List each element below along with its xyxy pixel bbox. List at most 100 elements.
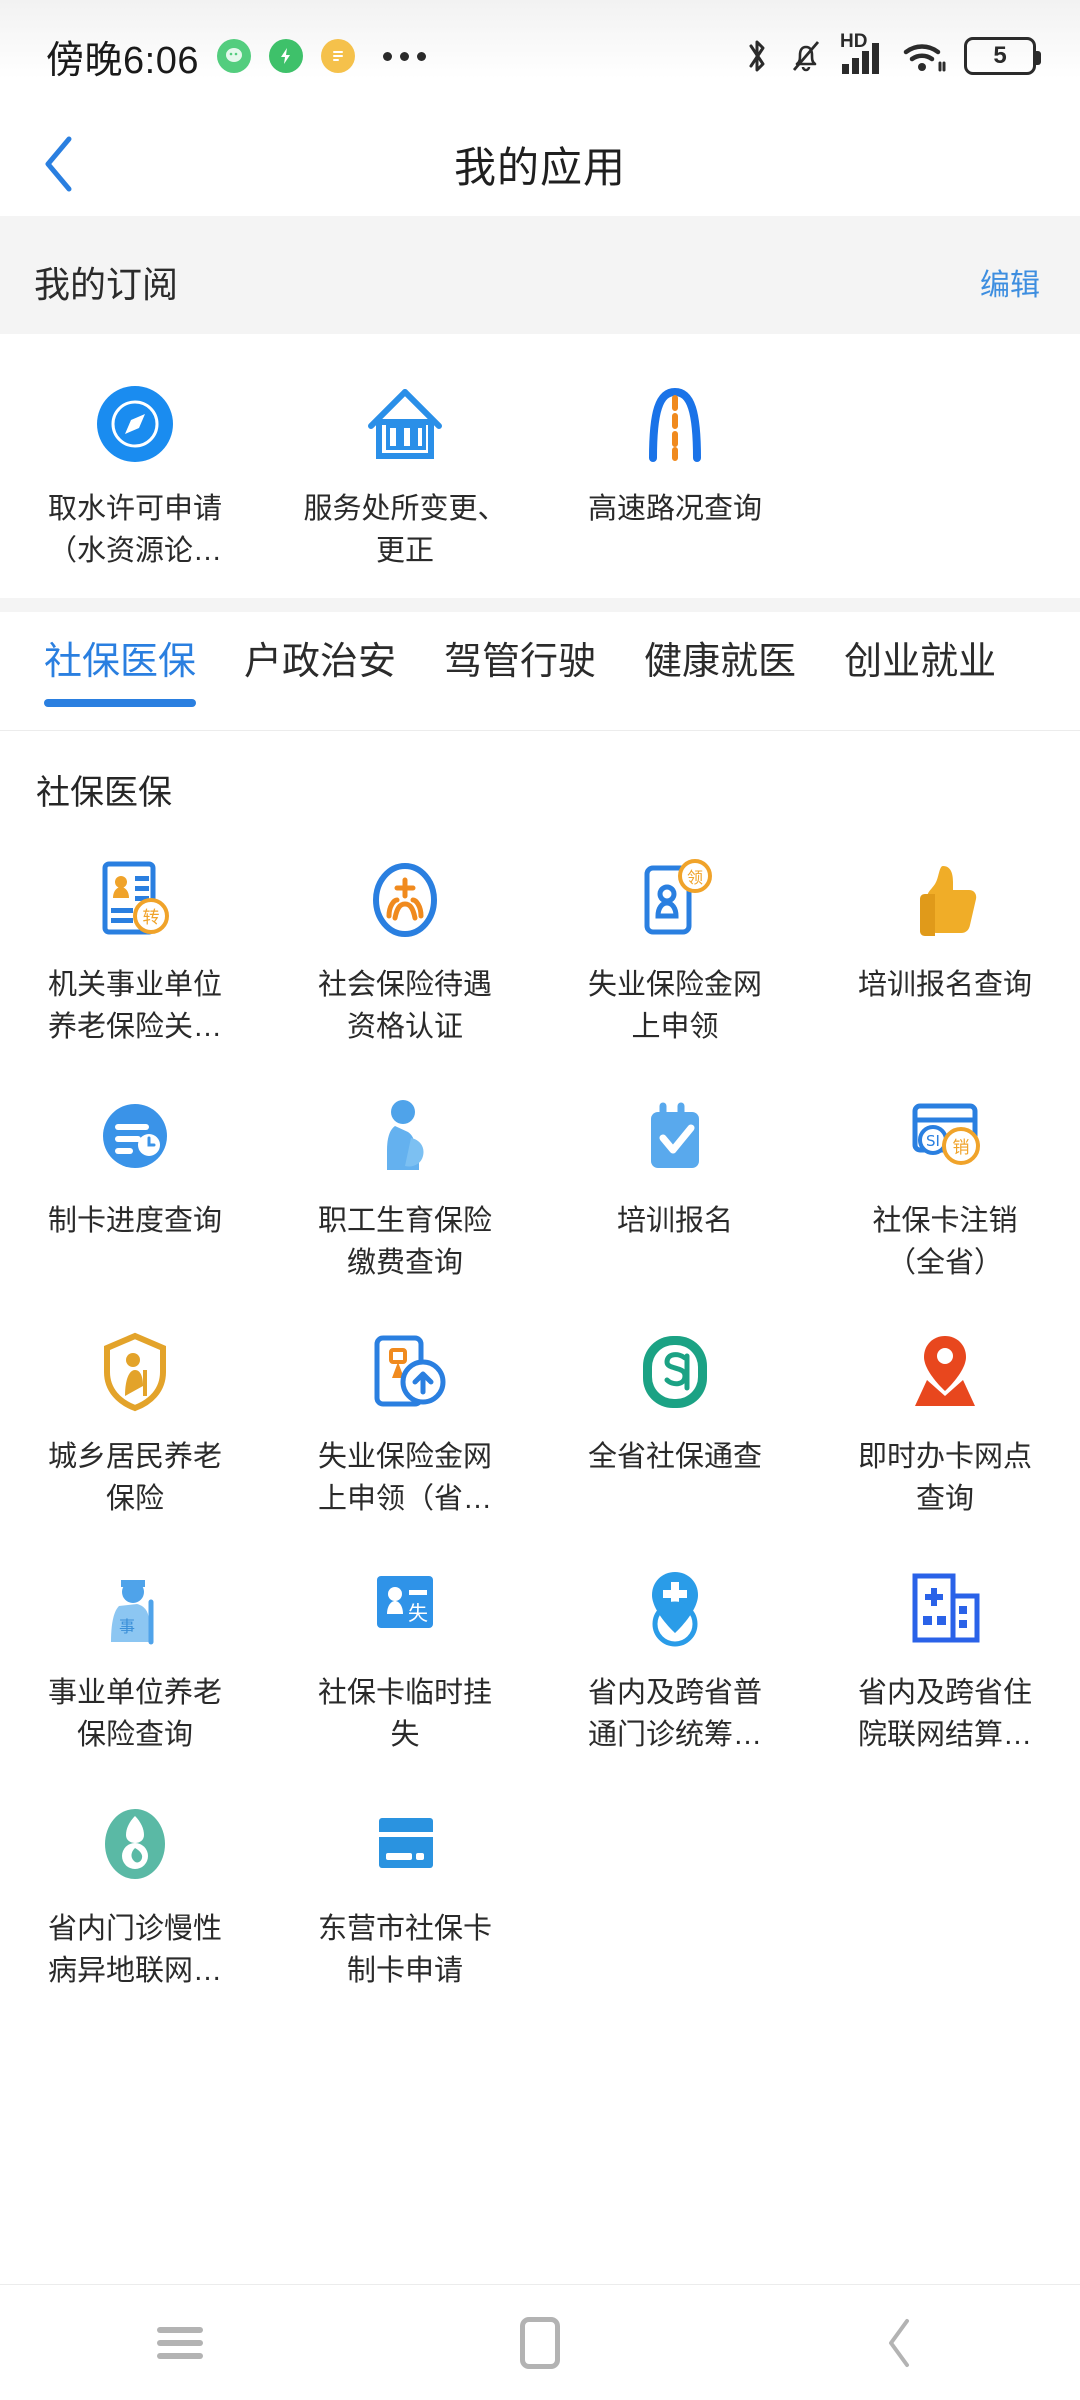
subscription-item[interactable]: 取水许可申请（水资源论…	[0, 362, 270, 572]
app-grid: 转 机关事业单位养老保险关… 社会保险待遇资格认证 领 失业保险金网上申领 培训…	[0, 826, 1080, 1992]
svg-text:事: 事	[119, 1617, 135, 1636]
highway-road-icon	[627, 376, 723, 472]
subscription-item[interactable]: 服务处所变更、更正	[270, 362, 540, 572]
app-item[interactable]: 全省社保通查	[540, 1310, 810, 1520]
svg-text:转: 转	[143, 908, 160, 928]
app-row: 城乡居民养老保险 失业保险金网上申领（省… 全省社保通查 即时办卡网点查询	[0, 1310, 1080, 1520]
tab-jiankang-jiuyi[interactable]: 健康就医	[644, 612, 796, 685]
app-item[interactable]: 事 事业单位养老保险查询	[0, 1546, 270, 1756]
battery-icon: 5	[964, 37, 1041, 75]
app-header: 我的应用	[0, 112, 1080, 216]
progress-clock-icon	[87, 1088, 183, 1184]
menu-icon	[157, 2320, 203, 2366]
app-item[interactable]: 省内门诊慢性病异地联网…	[0, 1782, 270, 1992]
app-item[interactable]: 失业保险金网上申领（省…	[270, 1310, 540, 1520]
subscription-item-label: 取水许可申请（水资源论…	[47, 493, 222, 567]
app-item-label: 制卡进度查询	[47, 1205, 222, 1237]
section-divider	[0, 216, 1080, 230]
home-button[interactable]	[470, 2285, 610, 2400]
thumbs-up-icon	[897, 852, 993, 948]
subscription-empty-slot	[810, 362, 1080, 572]
hospital-icon	[897, 1560, 993, 1656]
phone-person-claim-icon: 领	[627, 852, 723, 948]
status-bar: 傍晚6:06 HD 5	[0, 0, 1080, 112]
svg-text:销: 销	[953, 1138, 970, 1158]
system-back-button[interactable]	[830, 2285, 970, 2400]
chat-badge-icon	[216, 39, 251, 73]
category-title: 社保医保	[36, 774, 172, 812]
app-item[interactable]: 城乡居民养老保险	[0, 1310, 270, 1520]
app-item-label: 培训报名	[616, 1205, 733, 1237]
medical-pin-icon	[627, 1560, 723, 1656]
elder-person-icon: 事	[87, 1560, 183, 1656]
more-dots-icon	[382, 51, 426, 61]
app-item-label: 全省社保通查	[587, 1441, 762, 1473]
tab-shebao-yibao[interactable]: 社保医保	[44, 612, 197, 707]
tab-chuangye-jiuye[interactable]: 创业就业	[844, 612, 996, 685]
card-loss-icon: 失	[357, 1560, 453, 1656]
app-item[interactable]: 即时办卡网点查询	[810, 1310, 1080, 1520]
home-square-icon	[520, 2316, 560, 2369]
status-bar-right: HD 5	[742, 32, 1041, 78]
hd-signal-icon: HD	[840, 32, 886, 76]
app-item-label: 省内及跨省普通门诊统筹…	[587, 1677, 762, 1751]
svg-text:失: 失	[408, 1601, 428, 1625]
app-item-label: 社保卡临时挂失	[317, 1677, 492, 1751]
app-item-label: 失业保险金网上申领（省…	[317, 1441, 492, 1515]
app-row: 省内门诊慢性病异地联网… 东营市社保卡制卡申请	[0, 1782, 1080, 1992]
status-time: 傍晚6:06	[46, 39, 199, 82]
mortar-pestle-icon	[87, 1796, 183, 1892]
chevron-left-icon	[889, 2318, 909, 2367]
app-item[interactable]: 职工生育保险缴费查询	[270, 1074, 540, 1284]
pregnant-person-icon	[357, 1088, 453, 1184]
app-item[interactable]: 社会保险待遇资格认证	[270, 838, 540, 1048]
card-cancel-icon: SI 销	[897, 1088, 993, 1184]
app-item[interactable]: 省内及跨省住院联网结算…	[810, 1546, 1080, 1756]
tab-jiaguan-xingshi[interactable]: 驾管行驶	[444, 612, 596, 685]
tab-huzheng-zhian[interactable]: 户政治安	[244, 612, 396, 685]
phone-screen: 傍晚6:06 HD 5 我的应用 我的订阅 编辑 取水许可申请（水资源论… 服务…	[0, 0, 1080, 2400]
status-bar-left: 傍晚6:06	[46, 29, 742, 84]
app-item[interactable]: SI 销 社保卡注销 （全省）	[810, 1074, 1080, 1284]
app-item-label: 机关事业单位养老保险关…	[47, 969, 222, 1043]
app-item[interactable]: 领 失业保险金网上申领	[540, 838, 810, 1048]
app-item-label: 失业保险金网上申领	[587, 969, 762, 1043]
shield-elder-icon	[87, 1324, 183, 1420]
section-divider	[0, 598, 1080, 612]
app-item[interactable]: 转 机关事业单位养老保险关…	[0, 838, 270, 1048]
compass-icon	[87, 376, 183, 472]
app-item[interactable]: 省内及跨省普通门诊统筹…	[540, 1546, 810, 1756]
map-pin-icon	[897, 1324, 993, 1420]
recents-button[interactable]	[110, 2285, 250, 2400]
subscription-title: 我的订阅	[34, 264, 179, 305]
hands-cross-circle-icon	[357, 852, 453, 948]
app-row: 转 机关事业单位养老保险关… 社会保险待遇资格认证 领 失业保险金网上申领 培训…	[0, 838, 1080, 1048]
si-logo-icon	[627, 1324, 723, 1420]
app-empty-slot	[540, 1782, 810, 1992]
svg-text:领: 领	[687, 868, 703, 887]
bell-muted-icon	[788, 34, 824, 78]
app-item[interactable]: 东营市社保卡制卡申请	[270, 1782, 540, 1992]
app-item-label: 东营市社保卡制卡申请	[317, 1913, 492, 1987]
app-row: 制卡进度查询 职工生育保险缴费查询 培训报名 SI 销 社保卡注销 （全省）	[0, 1074, 1080, 1284]
battery-level: 5	[993, 42, 1007, 69]
subscription-grid: 取水许可申请（水资源论… 服务处所变更、更正 高速路况查询	[0, 362, 1080, 572]
edit-subscription-button[interactable]: 编辑	[980, 260, 1040, 304]
app-item[interactable]: 培训报名查询	[810, 838, 1080, 1048]
svg-text:SI: SI	[926, 1132, 940, 1150]
app-item[interactable]: 失 社保卡临时挂失	[270, 1546, 540, 1756]
app-item[interactable]: 制卡进度查询	[0, 1074, 270, 1284]
category-tabbar[interactable]: 社保医保 户政治安 驾管行驶 健康就医 创业就业	[0, 612, 1080, 730]
app-item-label: 社保卡注销 （全省）	[872, 1205, 1018, 1279]
subscription-item[interactable]: 高速路况查询	[540, 362, 810, 572]
system-navigation-bar	[0, 2284, 1080, 2400]
flash-badge-icon	[268, 39, 303, 73]
hd-label: HD	[840, 31, 868, 52]
subscription-item-label: 服务处所变更、更正	[303, 493, 507, 567]
house-building-icon	[357, 376, 453, 472]
id-card-transfer-icon: 转	[87, 852, 183, 948]
page-title: 我的应用	[453, 143, 626, 191]
wifi-icon	[902, 36, 948, 76]
app-item[interactable]: 培训报名	[540, 1074, 810, 1284]
bank-card-icon	[357, 1796, 453, 1892]
